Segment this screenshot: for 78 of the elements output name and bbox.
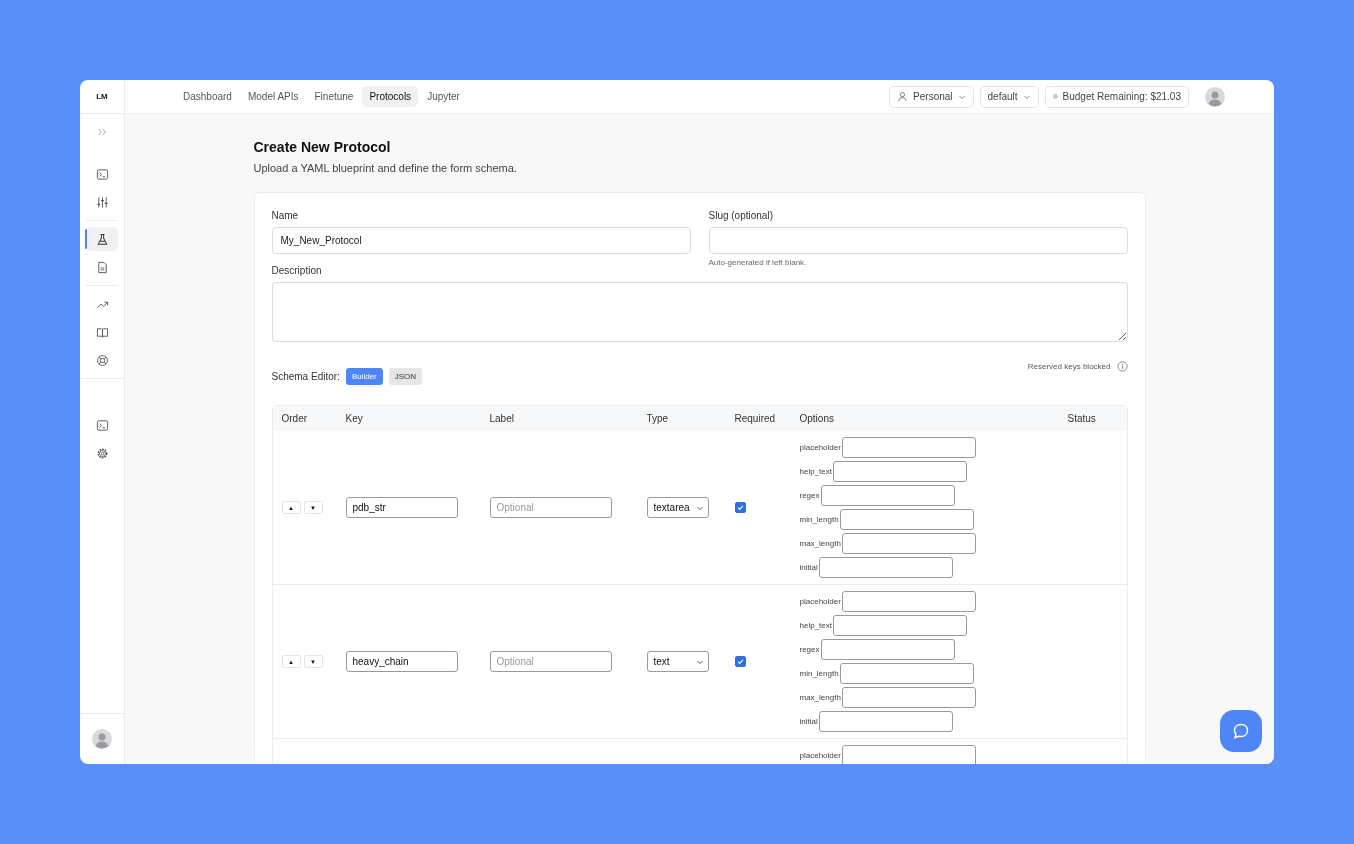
chat-button[interactable] bbox=[1220, 710, 1262, 752]
flask-icon bbox=[95, 232, 109, 246]
field-label: Name bbox=[271, 210, 300, 221]
page-subtitle: Upload a YAML blueprint and define the form schema. bbox=[253, 162, 518, 174]
option-label: placeholder bbox=[799, 443, 841, 452]
user-icon bbox=[897, 91, 909, 102]
required-checkbox[interactable] bbox=[734, 656, 746, 667]
option-label: help_text bbox=[799, 467, 832, 476]
option-label: placeholder bbox=[799, 751, 841, 760]
budget-badge: Budget Remaining: $21.03 bbox=[1044, 85, 1189, 108]
avatar-icon[interactable] bbox=[92, 729, 112, 749]
option-input-field[interactable] bbox=[839, 663, 974, 684]
avatar-icon[interactable] bbox=[1205, 86, 1225, 107]
nav-tab[interactable]: Finetune bbox=[307, 86, 361, 107]
option-input-field[interactable] bbox=[820, 639, 955, 660]
column-header: Key bbox=[345, 413, 364, 424]
option-input-field[interactable] bbox=[841, 745, 976, 764]
label-input-field[interactable]: Optional bbox=[489, 651, 612, 672]
option-label: min_length bbox=[799, 669, 839, 678]
column-header: Order bbox=[281, 413, 309, 424]
sliders-icon bbox=[95, 195, 109, 209]
column-header: Options bbox=[799, 413, 835, 424]
option-input-field[interactable] bbox=[839, 509, 974, 530]
type-select[interactable]: textarea bbox=[646, 497, 709, 518]
mode-toggle[interactable]: JSON bbox=[388, 368, 423, 385]
column-header: Status bbox=[1067, 413, 1096, 424]
option-label: max_length bbox=[799, 693, 841, 702]
option-label: max_length bbox=[799, 539, 841, 548]
field-label: Slug (optional) bbox=[708, 210, 774, 221]
key-input-field[interactable]: pdb_str bbox=[345, 497, 458, 518]
sidebar-item[interactable] bbox=[86, 227, 118, 251]
nav-tab[interactable]: Model APIs bbox=[240, 86, 306, 107]
lifebuoy-icon bbox=[95, 353, 109, 367]
option-label: regex bbox=[799, 645, 820, 654]
file-icon bbox=[95, 260, 109, 274]
workspace-dropdown[interactable]: Personal bbox=[889, 85, 974, 108]
option-label: initial bbox=[799, 563, 818, 572]
option-label: placeholder bbox=[799, 597, 841, 606]
key-input-field[interactable]: heavy_chain bbox=[345, 651, 458, 672]
terminal-icon bbox=[95, 418, 109, 432]
option-label: min_length bbox=[799, 515, 839, 524]
option-input-field[interactable] bbox=[841, 437, 976, 458]
option-input-field[interactable] bbox=[841, 533, 976, 554]
book-icon bbox=[95, 325, 109, 339]
option-input-field[interactable] bbox=[841, 591, 976, 612]
project-dropdown[interactable]: default bbox=[979, 85, 1039, 108]
nav-tab[interactable]: Protocols bbox=[362, 86, 419, 107]
field-hint: Auto-generated if left blank. bbox=[708, 258, 808, 267]
option-input-field[interactable] bbox=[841, 687, 976, 708]
page-title: Create New Protocol bbox=[253, 139, 392, 155]
chat-bubble-icon bbox=[1231, 721, 1251, 741]
column-header: Required bbox=[734, 413, 777, 424]
nav-tab[interactable]: Dashboard bbox=[176, 86, 239, 107]
field-label: Description bbox=[271, 265, 323, 276]
option-input-field[interactable] bbox=[832, 615, 967, 636]
slug-input-field[interactable] bbox=[708, 227, 1128, 254]
gear-icon bbox=[95, 446, 109, 460]
option-input-field[interactable] bbox=[818, 711, 953, 732]
column-header: Type bbox=[646, 413, 670, 424]
type-select[interactable]: text bbox=[646, 651, 709, 672]
info-icon[interactable] bbox=[1116, 361, 1128, 372]
option-label: help_text bbox=[799, 621, 832, 630]
label-input-field[interactable]: Optional bbox=[489, 497, 612, 518]
column-header: Label bbox=[489, 413, 515, 424]
nav-tab[interactable]: Jupyter bbox=[420, 86, 467, 107]
option-input-field[interactable] bbox=[818, 557, 953, 578]
logo[interactable]: LM bbox=[96, 92, 108, 101]
reserved-keys-note: Reserved keys blocked bbox=[1027, 362, 1111, 371]
status-dot-icon bbox=[1052, 94, 1058, 99]
schema-editor-label: Schema Editor: bbox=[271, 371, 340, 382]
expand-icon[interactable] bbox=[96, 126, 108, 138]
option-label: regex bbox=[799, 491, 820, 500]
option-input-field[interactable] bbox=[832, 461, 967, 482]
name-input-field[interactable]: My_New_Protocol bbox=[271, 227, 691, 254]
terminal-icon bbox=[95, 167, 109, 181]
option-label: initial bbox=[799, 717, 818, 726]
required-checkbox[interactable] bbox=[734, 502, 746, 513]
option-input-field[interactable] bbox=[820, 485, 955, 506]
